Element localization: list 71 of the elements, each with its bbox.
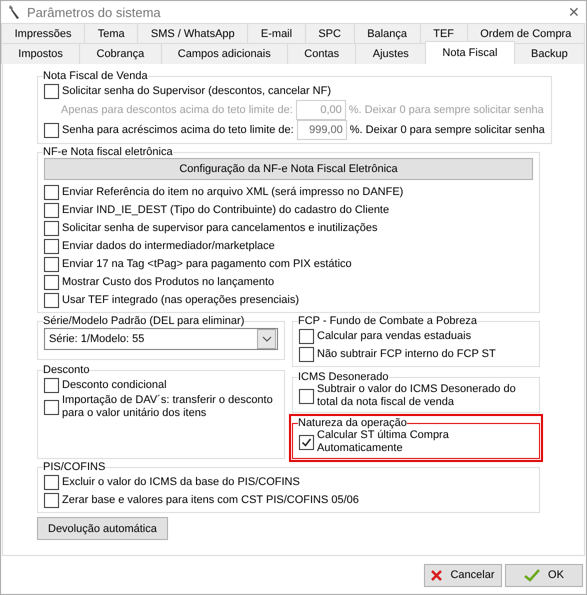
checkbox-label: Solicitar senha do Supervisor (descontos, cancelar NF) xyxy=(62,84,332,98)
group-title: PIS/COFINS xyxy=(43,461,106,473)
checkbox-label: Importação de DAV´s: transferir o desconto para o valor unitário dos itens xyxy=(62,394,274,420)
checkbox[interactable] xyxy=(44,238,59,254)
check-icon xyxy=(524,568,540,582)
checkbox[interactable] xyxy=(44,400,59,414)
tab[interactable]: Impostos xyxy=(1,43,80,64)
limit-hint: %. Deixar 0 para sempre solicitar senha xyxy=(348,104,544,116)
wrench-icon xyxy=(7,4,21,20)
limit-hint: %. Deixar 0 para sempre solicitar senha xyxy=(350,124,545,136)
close-icon xyxy=(431,570,442,580)
checkbox-label: Subtrair o valor do ICMS Desonerado do total da nota fiscal de venda xyxy=(317,383,517,409)
checkbox[interactable] xyxy=(44,184,59,200)
checkbox[interactable] xyxy=(44,492,59,508)
checkbox-label: Solicitar senha de supervisor para cancelamentos e inutilizações xyxy=(62,222,378,234)
checkbox-label: Usar TEF integrado (nas operações presenciais) xyxy=(62,294,300,306)
checkbox[interactable] xyxy=(299,388,314,404)
tab[interactable]: Contas xyxy=(287,43,356,64)
tab[interactable]: Backup xyxy=(514,43,585,64)
checkbox[interactable] xyxy=(44,84,59,98)
limit-label: Senha para acréscimos acima do teto limite de: xyxy=(62,124,294,136)
tab[interactable]: Nota Fiscal xyxy=(425,41,515,64)
group-title: FCP - Fundo de Combate a Pobreza xyxy=(298,315,477,327)
checkbox[interactable] xyxy=(44,122,59,138)
close-button[interactable]: ✕ xyxy=(568,4,580,20)
checkbox[interactable] xyxy=(299,434,314,450)
checkbox[interactable] xyxy=(44,256,59,272)
group-title: Nota Fiscal de Venda xyxy=(43,70,148,82)
group-title: Desconto xyxy=(43,364,90,376)
tab[interactable]: SPC xyxy=(304,23,355,44)
limit-input[interactable]: 999,00 xyxy=(296,120,347,140)
checkbox-label: Calcular ST última Compra Automaticamente xyxy=(317,429,450,455)
checkbox-label: Mostrar Custo dos Produtos no lançamento xyxy=(62,276,274,288)
group-title: ICMS Desonerado xyxy=(298,371,388,383)
checkbox-label: Excluir o valor do ICMS da base do PIS/COFINS xyxy=(62,476,300,488)
checkbox-label: Desconto condicional xyxy=(62,378,167,392)
checkbox-label: Enviar 17 na Tag <tPag> para pagamento com PIX estático xyxy=(62,258,352,270)
tab[interactable]: Balança xyxy=(354,23,421,44)
tab[interactable]: SMS / WhatsApp xyxy=(137,23,248,44)
config-button[interactable]: Configuração da NF-e Nota Fiscal Eletrônica xyxy=(44,158,533,180)
checkbox[interactable] xyxy=(299,328,314,344)
series-select[interactable]: Série: 1/Modelo: 55 xyxy=(44,328,278,350)
checkbox-label: Não subtrair FCP interno do FCP ST xyxy=(317,348,496,360)
return-button[interactable]: Devolução automática xyxy=(37,517,168,540)
tab[interactable]: Ajustes xyxy=(355,43,426,64)
tab[interactable]: Tema xyxy=(84,23,138,44)
checkbox[interactable] xyxy=(44,220,59,236)
tab[interactable]: E-mail xyxy=(247,23,306,44)
checkbox-label: Enviar dados do intermediador/marketplace xyxy=(62,240,275,252)
checkbox-label: Enviar IND_IE_DEST (Tipo do Contribuinte) do cadastro do Cliente xyxy=(62,204,390,216)
group-title: Natureza da operação xyxy=(298,417,407,429)
checkbox[interactable] xyxy=(44,202,59,218)
checkbox-label: Calcular para vendas estaduais xyxy=(317,330,472,342)
checkbox[interactable] xyxy=(44,292,59,308)
checkbox[interactable] xyxy=(44,378,59,392)
tab[interactable]: Impressões xyxy=(1,23,86,44)
checkbox[interactable] xyxy=(44,274,59,290)
group-title: Série/Modelo Padrão (DEL para eliminar) xyxy=(43,315,244,327)
chevron-down-icon[interactable] xyxy=(257,329,276,349)
tab[interactable]: Cobrança xyxy=(79,43,162,64)
checkbox-label: Enviar Referência do item no arquivo XML (será impresso no DANFE) xyxy=(62,186,404,198)
tab[interactable]: Campos adicionais xyxy=(160,43,288,64)
ok-button[interactable]: OK xyxy=(505,564,583,586)
cancel-button[interactable]: Cancelar xyxy=(424,564,502,586)
window-title: Parâmetros do sistema xyxy=(27,4,162,20)
checkbox-label: Zerar base e valores para itens com CST PIS/COFINS 05/06 xyxy=(62,494,359,506)
limit-label: Apenas para descontos acima do teto limite de: xyxy=(61,104,293,116)
checkbox[interactable] xyxy=(299,346,314,362)
checkbox[interactable] xyxy=(44,474,59,490)
group-title: NF-e Nota fiscal eletrônica xyxy=(43,146,173,158)
tab[interactable]: Ordem de Compra xyxy=(466,23,585,44)
